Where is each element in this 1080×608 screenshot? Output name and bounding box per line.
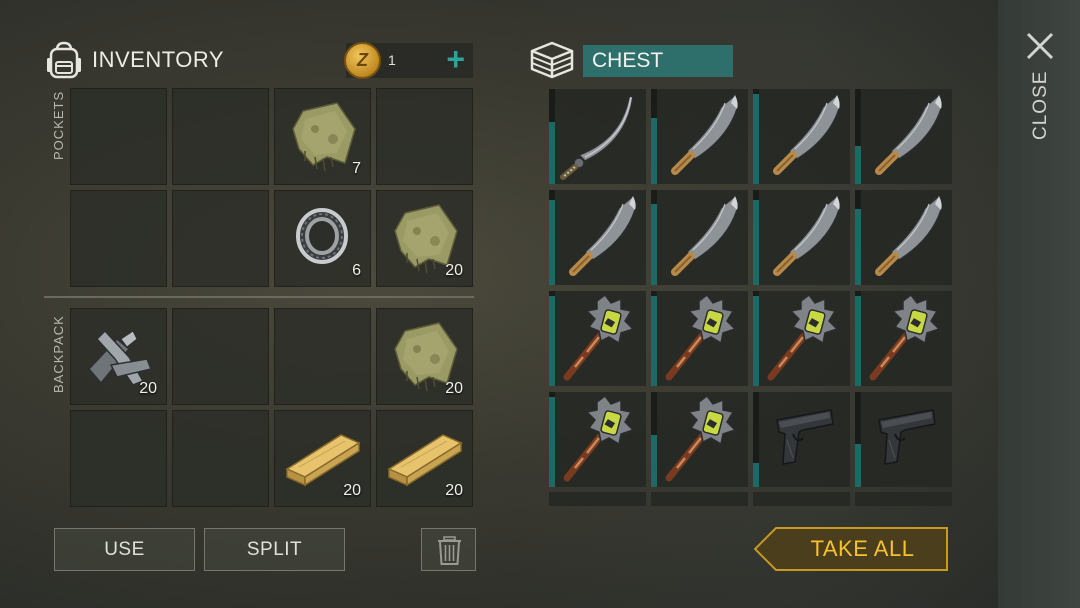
chest-title: CHEST bbox=[583, 45, 733, 77]
item-quantity: 20 bbox=[445, 262, 463, 279]
item-quantity: 7 bbox=[352, 160, 361, 177]
item-quantity: 20 bbox=[343, 482, 361, 499]
chest-slot-partial bbox=[549, 492, 646, 506]
backpack-icon bbox=[47, 41, 81, 79]
trash-icon bbox=[438, 536, 461, 565]
chest-slot[interactable] bbox=[855, 190, 952, 285]
backpack-slot[interactable] bbox=[70, 410, 167, 507]
take-all-button[interactable]: TAKE ALL bbox=[753, 527, 949, 571]
chest-slot[interactable] bbox=[651, 89, 748, 184]
inventory-header: INVENTORY bbox=[44, 38, 224, 82]
backpack-slot[interactable]: 20 bbox=[376, 308, 473, 405]
chest-slot[interactable] bbox=[753, 392, 850, 487]
chest-slot-partial bbox=[855, 492, 952, 506]
coin-count: 1 bbox=[388, 52, 396, 68]
close-icon[interactable] bbox=[1024, 30, 1056, 62]
pockets-slot[interactable]: 6 bbox=[274, 190, 371, 287]
backpack-slot[interactable] bbox=[274, 308, 371, 405]
chest-slot[interactable] bbox=[651, 190, 748, 285]
section-divider bbox=[44, 296, 474, 298]
chest-slot-partial bbox=[753, 492, 850, 506]
inventory-title: INVENTORY bbox=[92, 47, 225, 72]
chest-slot[interactable] bbox=[651, 291, 748, 386]
split-button[interactable]: SPLIT bbox=[204, 528, 345, 571]
pockets-slot[interactable] bbox=[172, 190, 269, 287]
chest-slot[interactable] bbox=[753, 291, 850, 386]
chest-slot-partial bbox=[651, 492, 748, 506]
add-coins-button[interactable]: + bbox=[446, 41, 465, 77]
pockets-slot[interactable] bbox=[376, 88, 473, 185]
item-quantity: 20 bbox=[139, 380, 157, 397]
chest-slot[interactable] bbox=[753, 89, 850, 184]
chest-slot[interactable] bbox=[753, 190, 850, 285]
pockets-label: POCKETS bbox=[51, 90, 66, 160]
pockets-slot[interactable]: 20 bbox=[376, 190, 473, 287]
pockets-slot[interactable]: 7 bbox=[274, 88, 371, 185]
chest-slot[interactable] bbox=[855, 291, 952, 386]
coin-letter: Z bbox=[357, 50, 368, 70]
delete-button[interactable] bbox=[421, 528, 476, 571]
close-button[interactable]: CLOSE bbox=[1030, 71, 1052, 140]
chest-slot[interactable] bbox=[549, 190, 646, 285]
take-all-label: TAKE ALL bbox=[810, 536, 915, 561]
backpack-slot[interactable] bbox=[172, 410, 269, 507]
coin-counter: Z 1 + bbox=[344, 41, 473, 79]
pockets-slot[interactable] bbox=[172, 88, 269, 185]
item-quantity: 6 bbox=[352, 262, 361, 279]
chest-slot[interactable] bbox=[549, 392, 646, 487]
chest-slot[interactable] bbox=[651, 392, 748, 487]
chest-slot[interactable] bbox=[549, 291, 646, 386]
item-quantity: 20 bbox=[445, 380, 463, 397]
coin-icon: Z bbox=[344, 42, 381, 79]
backpack-slot[interactable] bbox=[172, 308, 269, 405]
chest-icon bbox=[530, 41, 574, 79]
pockets-slot[interactable] bbox=[70, 190, 167, 287]
pockets-slot[interactable] bbox=[70, 88, 167, 185]
chest-slot[interactable] bbox=[855, 392, 952, 487]
item-quantity: 20 bbox=[445, 482, 463, 499]
chest-slot[interactable] bbox=[855, 89, 952, 184]
backpack-slot[interactable]: 20 bbox=[376, 410, 473, 507]
backpack-label: BACKPACK bbox=[51, 315, 66, 393]
use-button[interactable]: USE bbox=[54, 528, 195, 571]
backpack-slot[interactable]: 20 bbox=[70, 308, 167, 405]
backpack-slot[interactable]: 20 bbox=[274, 410, 371, 507]
chest-slot[interactable] bbox=[549, 89, 646, 184]
